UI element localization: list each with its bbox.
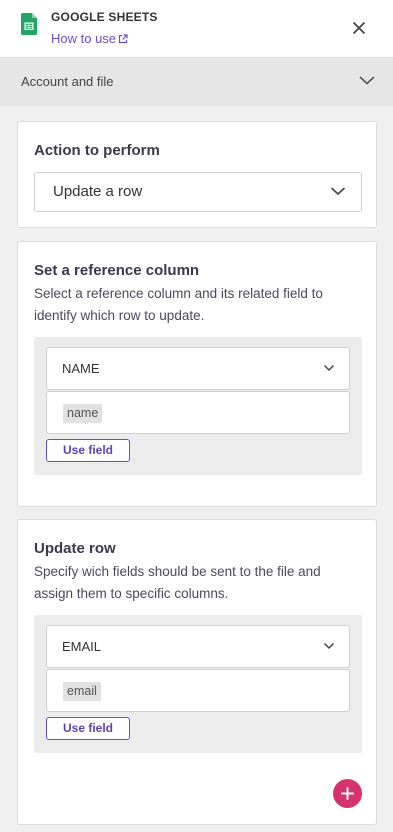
chevron-down-icon <box>323 364 335 372</box>
how-to-use-label: How to use <box>51 31 117 46</box>
account-and-file-section[interactable]: Account and file <box>0 58 393 106</box>
reference-column-select[interactable]: NAME <box>46 347 350 390</box>
reference-field-input[interactable]: name <box>46 391 350 434</box>
plus-icon <box>341 787 354 800</box>
close-icon[interactable] <box>350 19 368 37</box>
action-card-title: Action to perform <box>34 142 160 159</box>
field-tag: email <box>63 682 101 701</box>
update-card-title: Update row <box>34 540 116 557</box>
app-title: GOOGLE SHEETS <box>51 10 158 24</box>
chevron-down-icon <box>323 642 335 650</box>
update-column-select[interactable]: EMAIL <box>46 625 350 668</box>
update-column-value: EMAIL <box>62 639 102 654</box>
reference-column-card: Set a reference column Select a referenc… <box>17 241 377 507</box>
action-card: Action to perform Update a row <box>17 121 377 228</box>
update-field-input[interactable]: email <box>46 669 350 712</box>
reference-card-title: Set a reference column <box>34 262 200 279</box>
update-card-description: Specify wich fields should be sent to th… <box>34 564 321 601</box>
update-mapping-box: EMAIL email Use field <box>34 615 362 753</box>
section-label: Account and file <box>21 74 114 89</box>
reference-card-description: Select a reference column and its relate… <box>34 286 323 323</box>
how-to-use-link[interactable]: How to use <box>51 31 128 46</box>
add-field-button[interactable] <box>333 779 362 808</box>
field-tag: name <box>63 404 103 423</box>
use-field-button[interactable]: Use field <box>46 439 130 462</box>
chevron-down-icon <box>330 187 346 196</box>
chevron-down-icon <box>359 76 375 85</box>
external-link-icon <box>118 34 128 44</box>
google-sheets-icon <box>21 13 37 35</box>
use-field-button[interactable]: Use field <box>46 717 130 740</box>
action-select[interactable]: Update a row <box>34 172 362 212</box>
reference-mapping-box: NAME name Use field <box>34 337 362 475</box>
action-select-value: Update a row <box>53 183 143 200</box>
update-row-card: Update row Specify wich fields should be… <box>17 519 377 825</box>
panel-header: GOOGLE SHEETS How to use <box>0 0 393 58</box>
reference-column-value: NAME <box>62 361 100 376</box>
